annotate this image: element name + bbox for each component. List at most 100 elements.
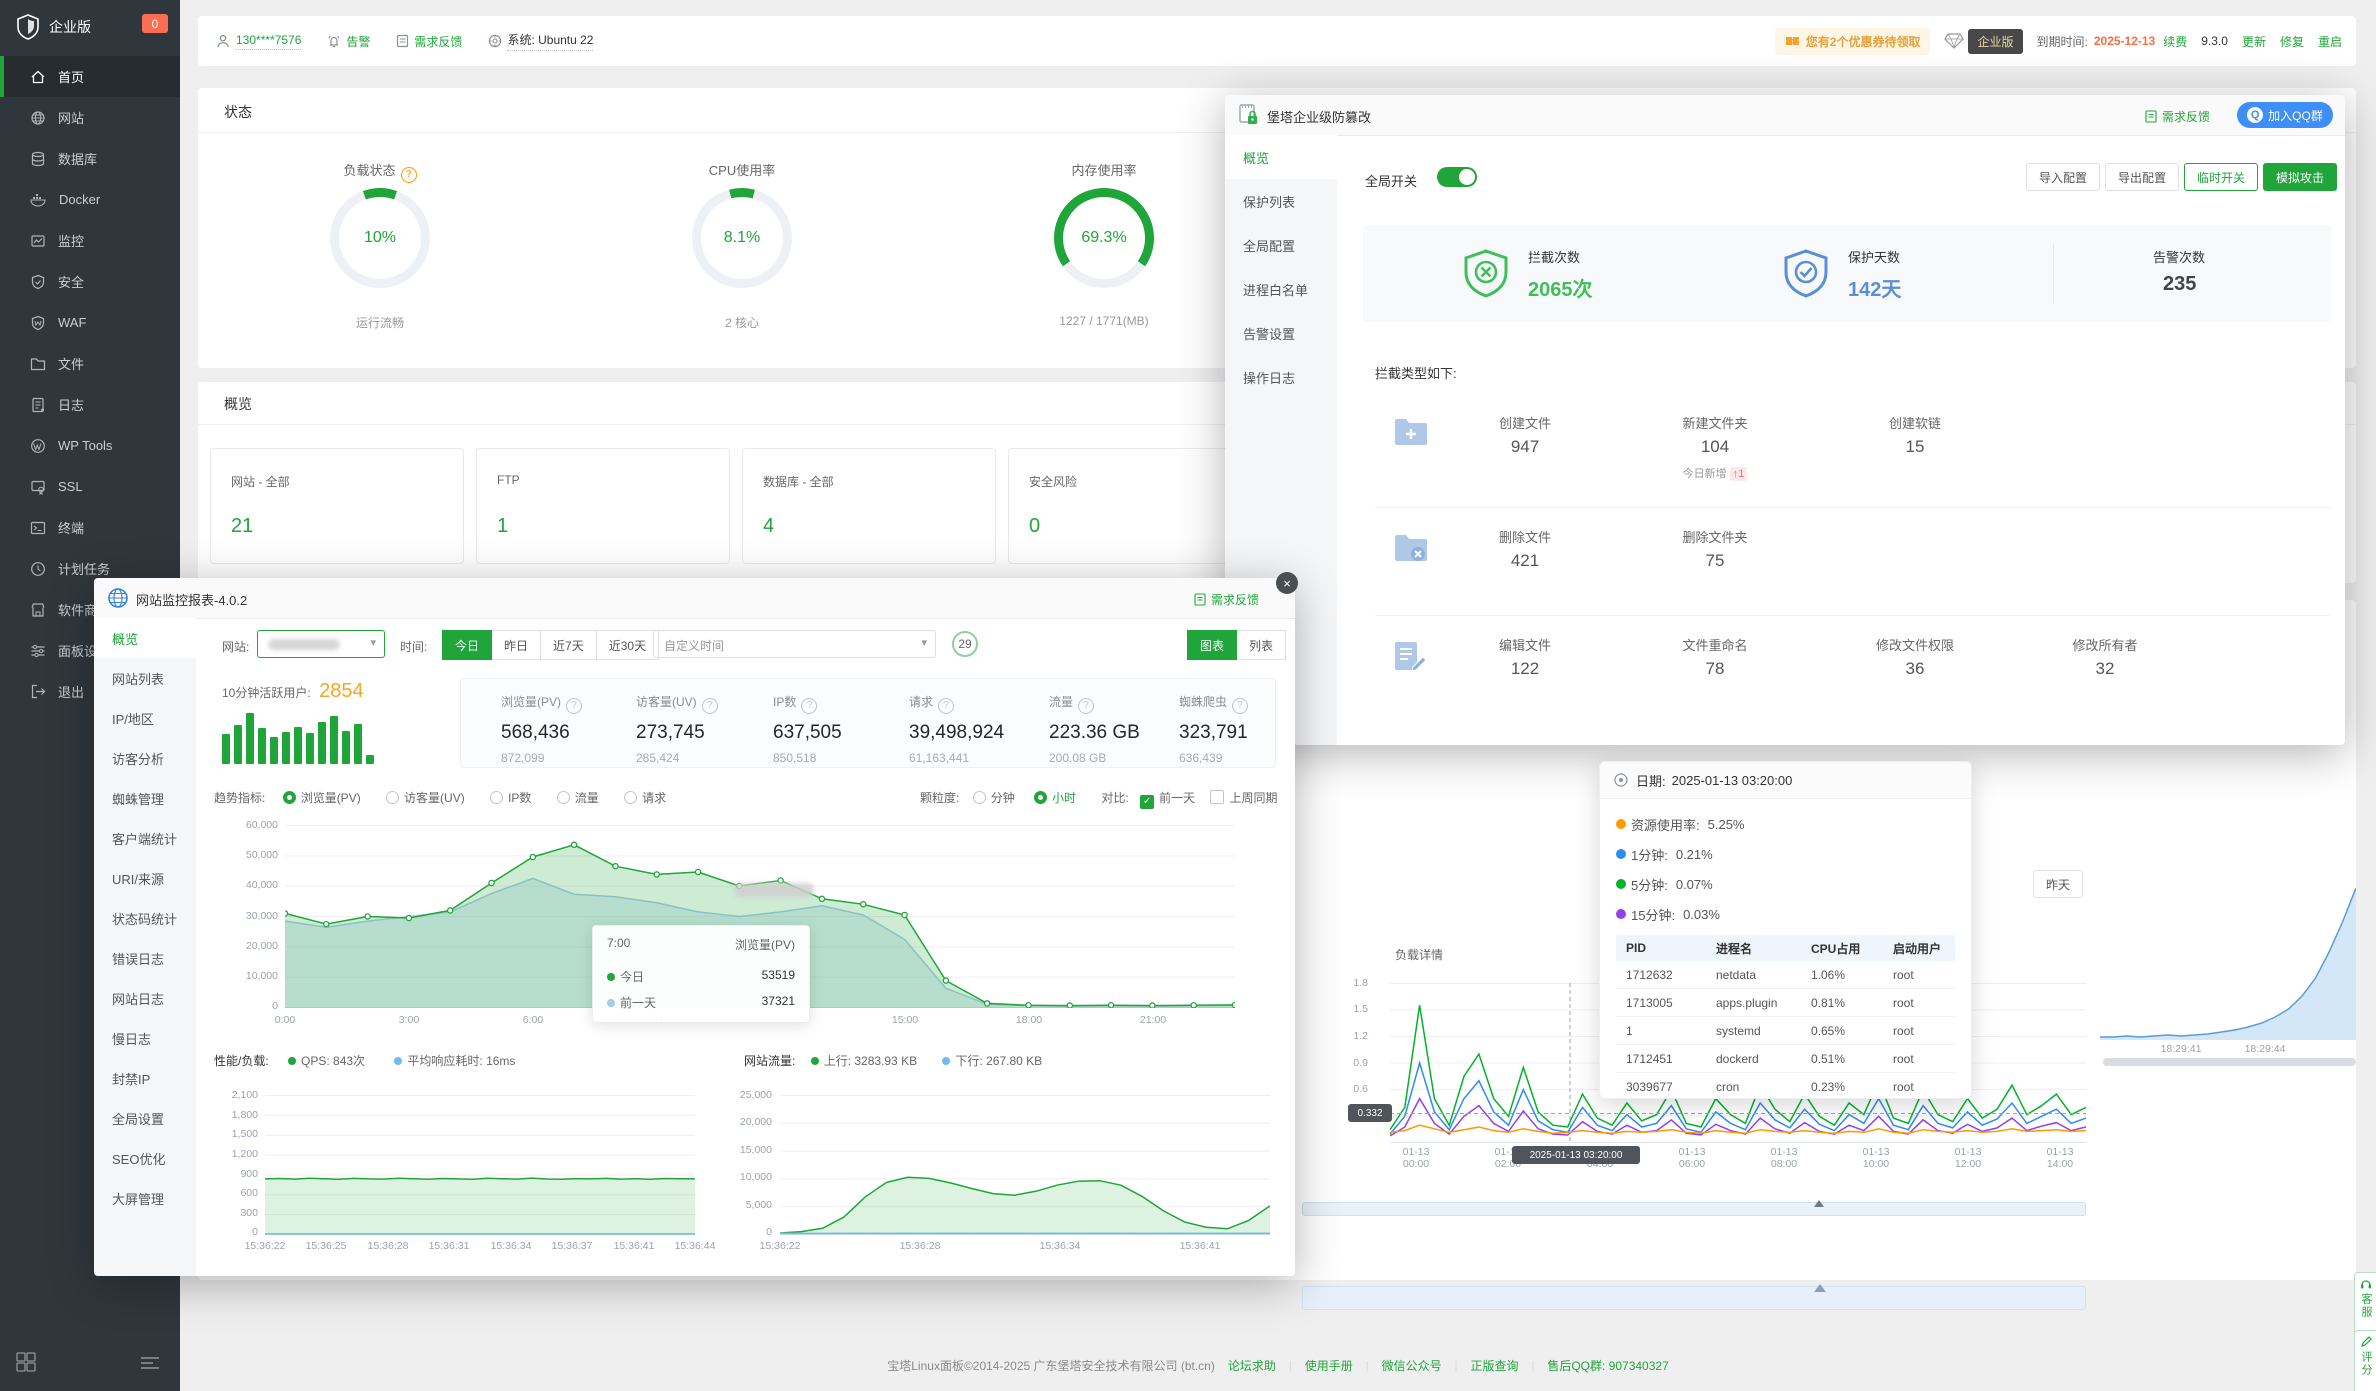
trend-option-uv[interactable]: 访客量(UV) <box>386 791 465 805</box>
compare-last-week[interactable]: 上周同期 <box>1210 791 1277 805</box>
report-menu-client[interactable]: 客户端统计 <box>94 818 196 858</box>
renew-link[interactable]: 续费 <box>2163 33 2187 50</box>
sidebar-item-home[interactable]: 首页 <box>0 56 180 97</box>
trend-option-ip[interactable]: IP数 <box>490 791 531 805</box>
report-menu-overview[interactable]: 概览 <box>94 618 196 658</box>
view-tab-chart[interactable]: 图表 <box>1187 630 1237 660</box>
info-icon[interactable] <box>1078 698 1094 714</box>
report-menu-site-list[interactable]: 网站列表 <box>94 658 196 698</box>
load-help-icon[interactable] <box>401 167 417 183</box>
view-tab-list[interactable]: 列表 <box>1236 630 1286 660</box>
import-config-button[interactable]: 导入配置 <box>2026 163 2100 191</box>
info-icon[interactable] <box>566 698 582 714</box>
account-number[interactable]: 130****7576 <box>236 33 301 50</box>
sidebar-item-files[interactable]: 文件 <box>0 343 180 384</box>
tamper-menu-operation-log[interactable]: 操作日志 <box>1225 355 1337 399</box>
footer-genuine-link[interactable]: 正版查询 <box>1470 1357 1518 1374</box>
temp-switch-button[interactable]: 临时开关 <box>2184 163 2258 191</box>
alarm-link[interactable]: 告警 <box>327 33 370 50</box>
account-link[interactable]: 130****7576 <box>216 33 301 50</box>
report-menu-banip[interactable]: 封禁IP <box>94 1058 196 1098</box>
tamper-menu-alarm-settings[interactable]: 告警设置 <box>1225 311 1337 355</box>
trend-option-flow[interactable]: 流量 <box>557 791 599 805</box>
sidebar-item-database[interactable]: 数据库 <box>0 138 180 179</box>
sidebar-item-waf[interactable]: WAF <box>0 302 180 343</box>
feedback-link[interactable]: 需求反馈 <box>396 33 462 50</box>
repair-link[interactable]: 修复 <box>2280 33 2304 50</box>
tamper-menu-process-whitelist[interactable]: 进程白名单 <box>1225 267 1337 311</box>
tamper-feedback-link[interactable]: 需求反馈 <box>2145 108 2210 125</box>
report-menu-slowlog[interactable]: 慢日志 <box>94 1018 196 1058</box>
sidebar-item-security[interactable]: 安全 <box>0 261 180 302</box>
report-menu-bigscreen[interactable]: 大屏管理 <box>94 1178 196 1218</box>
global-switch-toggle[interactable] <box>1437 167 1477 187</box>
report-menu-sitelog[interactable]: 网站日志 <box>94 978 196 1018</box>
overview-item-sites[interactable]: 网站 - 全部 21 <box>210 448 464 564</box>
trend-option-req[interactable]: 请求 <box>624 791 666 805</box>
gran-minute[interactable]: 分钟 <box>973 791 1015 805</box>
edition-badge[interactable]: 企业版 <box>1944 29 2022 54</box>
report-feedback-link[interactable]: 需求反馈 <box>1194 591 1259 608</box>
sidebar-item-site[interactable]: 网站 <box>0 97 180 138</box>
brand[interactable]: 企业版 <box>16 14 91 40</box>
bottom-datazoom-band[interactable] <box>1302 1286 2086 1310</box>
trend-option-pv[interactable]: 浏览量(PV) <box>283 791 361 805</box>
message-badge[interactable]: 0 <box>142 14 168 33</box>
tamper-menu-overview[interactable]: 概览 <box>1225 135 1337 179</box>
menu-collapse-icon[interactable] <box>140 1356 160 1370</box>
tamper-menu-global-config[interactable]: 全局配置 <box>1225 223 1337 267</box>
sidebar-item-docker[interactable]: Docker <box>0 179 180 220</box>
overview-item-database[interactable]: 数据库 - 全部 4 <box>742 448 996 564</box>
report-menu-ip-region[interactable]: IP/地区 <box>94 698 196 738</box>
gran-hour[interactable]: 小时 <box>1034 791 1076 805</box>
time-tab-yesterday[interactable]: 昨日 <box>491 630 541 660</box>
info-icon[interactable] <box>1232 698 1248 714</box>
custom-time-select[interactable]: 自定义时间 ▾ <box>653 630 936 658</box>
report-menu-spider[interactable]: 蜘蛛管理 <box>94 778 196 818</box>
yesterday-button[interactable]: 昨天 <box>2033 870 2083 898</box>
support-tab[interactable]: 客服 <box>2354 1272 2376 1336</box>
overview-item-ftp[interactable]: FTP 1 <box>476 448 730 564</box>
load-datazoom-slider[interactable] <box>1302 1202 2086 1216</box>
report-menu-seo[interactable]: SEO优化 <box>94 1138 196 1178</box>
sidebar-item-monitor[interactable]: 监控 <box>0 220 180 261</box>
refresh-countdown[interactable]: 29 <box>952 631 978 657</box>
info-icon[interactable] <box>938 698 954 714</box>
info-icon[interactable] <box>801 698 817 714</box>
footer-wechat-link[interactable]: 微信公众号 <box>1382 1357 1442 1374</box>
sidebar-item-ssl[interactable]: SSL <box>0 466 180 507</box>
io-scrollbar[interactable] <box>2103 1058 2356 1066</box>
bottom-datazoom-handle-icon[interactable] <box>1814 1284 1826 1292</box>
update-link[interactable]: 更新 <box>2242 33 2266 50</box>
system-name[interactable]: 系统: Ubuntu 22 <box>507 31 593 51</box>
report-menu-statuscode[interactable]: 状态码统计 <box>94 898 196 938</box>
report-menu-visitor[interactable]: 访客分析 <box>94 738 196 778</box>
footer-manual-link[interactable]: 使用手册 <box>1305 1357 1353 1374</box>
site-select[interactable]: ▾ <box>257 630 385 658</box>
sidebar-item-terminal[interactable]: 终端 <box>0 507 180 548</box>
rating-tab[interactable]: 评分 <box>2354 1330 2376 1391</box>
sidebar-item-logs[interactable]: 日志 <box>0 384 180 425</box>
simulate-attack-button[interactable]: 模拟攻击 <box>2263 163 2337 191</box>
export-config-button[interactable]: 导出配置 <box>2105 163 2179 191</box>
info-icon[interactable] <box>702 698 718 714</box>
time-tab-30days[interactable]: 近30天 <box>596 630 659 660</box>
report-menu-uri[interactable]: URI/来源 <box>94 858 196 898</box>
system-info[interactable]: 系统: Ubuntu 22 <box>488 31 593 51</box>
restart-link[interactable]: 重启 <box>2318 33 2342 50</box>
time-tab-7days[interactable]: 近7天 <box>540 630 597 660</box>
datazoom-handle-icon[interactable] <box>1814 1200 1824 1207</box>
close-icon[interactable]: × <box>1276 572 1298 594</box>
overview-item-risk[interactable]: 安全风险 0 <box>1008 448 1262 564</box>
report-menu-errorlog[interactable]: 错误日志 <box>94 938 196 978</box>
tamper-menu-protect-list[interactable]: 保护列表 <box>1225 179 1337 223</box>
layout-toggle-icon[interactable] <box>16 1352 36 1372</box>
report-menu-global[interactable]: 全局设置 <box>94 1098 196 1138</box>
sidebar-item-wp-tools[interactable]: WP Tools <box>0 425 180 466</box>
compare-prev-day[interactable]: 前一天 <box>1140 791 1195 805</box>
footer-forum-link[interactable]: 论坛求助 <box>1228 1357 1276 1374</box>
coupon-badge[interactable]: 您有2个优惠券待领取 <box>1775 28 1931 55</box>
time-tab-today[interactable]: 今日 <box>442 630 492 660</box>
footer-qq-group[interactable]: 售后QQ群: 907340327 <box>1547 1357 1668 1374</box>
join-qq-button[interactable]: Q 加入QQ群 <box>2237 102 2333 128</box>
